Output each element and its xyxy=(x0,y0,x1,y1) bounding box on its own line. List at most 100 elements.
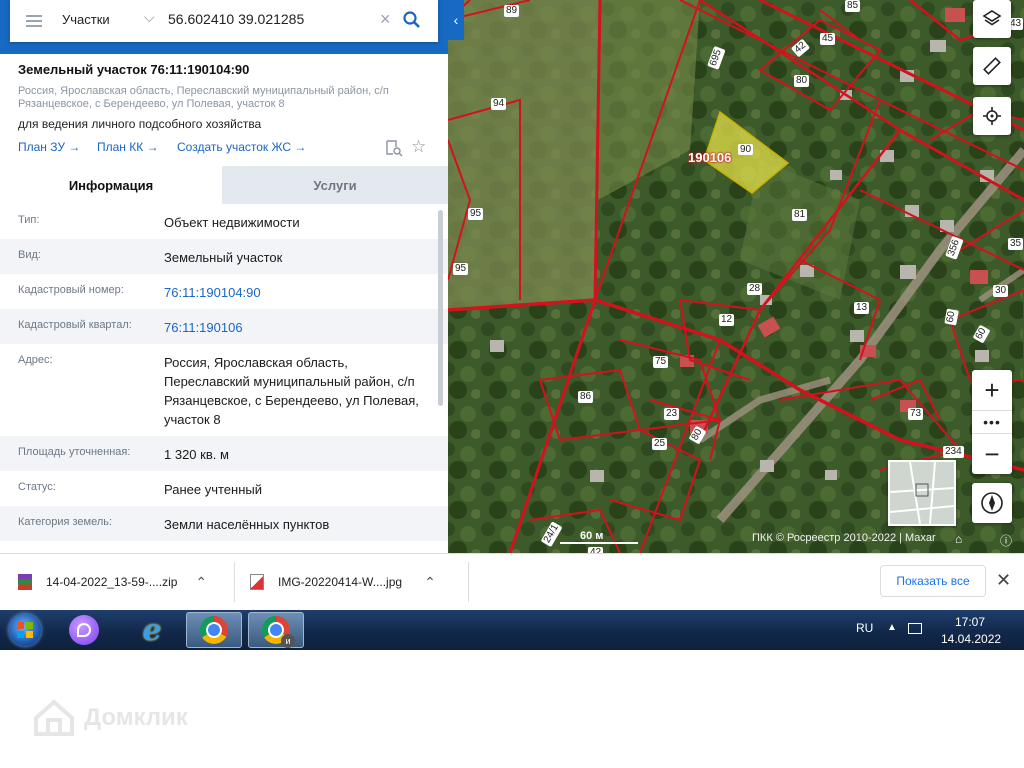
download-item[interactable]: IMG-20220414-W....jpg ⌃ xyxy=(250,568,436,596)
detail-key: Вид: xyxy=(18,249,41,261)
cadastral-quarter-link[interactable]: 76:11:190106 xyxy=(164,318,434,337)
windows-logo-icon xyxy=(9,614,41,646)
detail-value: Ранее учтенный xyxy=(164,482,262,497)
detail-key: Адрес: xyxy=(18,354,53,366)
ruler-icon xyxy=(983,57,1001,75)
detail-row: Статус: Ранее учтенный xyxy=(0,471,448,506)
network-icon[interactable] xyxy=(908,623,922,634)
selected-plot-label: 90 xyxy=(738,144,754,155)
info-panel: Участки ⌵ 56.602410 39.021285 × Земельны… xyxy=(0,0,448,553)
chrome-icon: и xyxy=(262,616,295,648)
parcel-number-label: 25 xyxy=(652,438,668,450)
show-all-button[interactable]: Показать все xyxy=(880,565,986,597)
info-icon[interactable]: ⓘ xyxy=(1000,532,1012,549)
detail-value: Россия, Ярославская область, Переславски… xyxy=(164,355,419,427)
detail-key: Тип: xyxy=(18,214,40,226)
language-indicator[interactable]: RU xyxy=(856,621,873,635)
detail-row: Кадастровый квартал: 76:11:190106 xyxy=(0,309,448,344)
parcel-number-label: 28 xyxy=(747,283,763,295)
watermark-text: Домклик xyxy=(84,704,188,731)
download-filename: 14-04-2022_13-59-....zip xyxy=(46,575,178,589)
house-logo-icon xyxy=(34,699,74,736)
collapse-panel-button[interactable]: ‹ xyxy=(448,0,464,40)
parcel-number-label: 86 xyxy=(578,391,594,403)
tab-info[interactable]: Информация xyxy=(0,166,222,204)
search-input[interactable]: 56.602410 39.021285 xyxy=(168,11,304,27)
alice-icon xyxy=(69,615,99,645)
parcel-number-label: 85 xyxy=(845,0,861,12)
search-bar: Участки ⌵ 56.602410 39.021285 × xyxy=(10,0,438,42)
details-table: Тип: Объект недвижимости Вид: Земельный … xyxy=(0,204,448,545)
zoom-in-button[interactable]: + xyxy=(972,370,1012,410)
image-file-icon xyxy=(250,574,264,590)
divider xyxy=(468,562,469,602)
tray-arrow-icon[interactable]: ▲ xyxy=(887,622,897,633)
parcel-number-label: 75 xyxy=(653,356,669,368)
plot-usage: для ведения личного подсобного хозяйства xyxy=(18,117,262,131)
compass-button[interactable] xyxy=(972,483,1012,523)
detail-value: 1 320 кв. м xyxy=(164,447,229,462)
detail-row: Вид: Земельный участок xyxy=(0,239,448,274)
create-plot-link[interactable]: Создать участок ЖС → xyxy=(177,140,306,154)
ie-icon: e xyxy=(142,612,162,648)
more-button[interactable]: ••• xyxy=(972,410,1012,434)
alice-app[interactable] xyxy=(56,612,112,648)
parcel-number-label: 30 xyxy=(993,285,1009,297)
panel-scrollbar[interactable] xyxy=(438,210,443,406)
chrome-profile-app[interactable]: и xyxy=(248,612,304,648)
download-item[interactable]: 14-04-2022_13-59-....zip ⌃ xyxy=(18,568,207,596)
map-attribution: ПКК © Росреестр 2010-2022 | Maxar xyxy=(752,532,936,544)
document-search-icon[interactable] xyxy=(385,139,403,157)
chevron-up-icon[interactable]: ⌃ xyxy=(195,574,207,591)
plan-zu-link[interactable]: План ЗУ → xyxy=(18,140,80,154)
menu-icon[interactable] xyxy=(26,12,42,30)
start-button[interactable] xyxy=(5,611,45,649)
detail-value: Земельный участок xyxy=(164,250,283,265)
detail-key: Кадастровый квартал: xyxy=(18,319,132,331)
parcel-number-label: 13 xyxy=(854,302,870,314)
parcel-number-label: 35 xyxy=(1008,238,1024,250)
detail-row: Категория земель: Земли населённых пункт… xyxy=(0,506,448,541)
clear-icon[interactable]: × xyxy=(380,9,391,30)
map-scale-bar xyxy=(560,542,638,544)
detail-row: Кадастровый номер: 76:11:190104:90 xyxy=(0,274,448,309)
chrome-icon xyxy=(200,616,228,644)
panel-tabs: Информация Услуги xyxy=(0,166,448,204)
detail-key: Площадь уточненная: xyxy=(18,446,131,458)
category-select[interactable]: Участки xyxy=(62,12,110,27)
detail-value: Земли населённых пунктов xyxy=(164,517,330,532)
close-icon[interactable]: ✕ xyxy=(996,570,1011,591)
zoom-out-button[interactable]: − xyxy=(972,434,1012,474)
chevron-down-icon[interactable]: ⌵ xyxy=(144,9,155,26)
detail-key: Статус: xyxy=(18,481,56,493)
detail-row: Адрес: Россия, Ярославская область, Пере… xyxy=(0,344,448,436)
chrome-app[interactable] xyxy=(186,612,242,648)
home-icon[interactable]: ⌂ xyxy=(955,532,962,546)
tab-services[interactable]: Услуги xyxy=(222,166,448,204)
cadastral-number-link[interactable]: 76:11:190104:90 xyxy=(164,283,434,302)
measure-button[interactable] xyxy=(973,47,1011,85)
download-filename: IMG-20220414-W....jpg xyxy=(278,575,403,589)
plot-title: Земельный участок 76:11:190104:90 xyxy=(18,62,250,77)
parcel-number-label: 80 xyxy=(794,75,810,87)
layers-button[interactable] xyxy=(973,0,1011,38)
parcel-number-label: 234 xyxy=(943,446,964,458)
layers-icon xyxy=(982,10,1002,26)
map-scale-label: 60 м xyxy=(580,530,604,542)
minimap[interactable] xyxy=(888,460,956,526)
search-icon[interactable] xyxy=(402,10,422,30)
zip-file-icon xyxy=(18,574,32,590)
quarter-label: 190106 xyxy=(688,150,732,165)
chevron-up-icon[interactable]: ⌃ xyxy=(424,574,436,591)
parcel-number-label: 95 xyxy=(468,208,484,220)
star-icon[interactable]: ☆ xyxy=(411,137,426,157)
detail-key: Категория земель: xyxy=(18,516,113,528)
plan-kk-link[interactable]: План КК → xyxy=(97,140,159,154)
clock-time[interactable]: 17:07 xyxy=(955,615,985,629)
detail-key: Кадастровый номер: xyxy=(18,284,124,296)
parcel-number-label: 81 xyxy=(792,209,808,221)
clock-date[interactable]: 14.04.2022 xyxy=(941,632,1001,646)
locate-button[interactable] xyxy=(973,97,1011,135)
parcel-number-label: 45 xyxy=(820,33,836,45)
internet-explorer-app[interactable]: e xyxy=(124,612,180,648)
